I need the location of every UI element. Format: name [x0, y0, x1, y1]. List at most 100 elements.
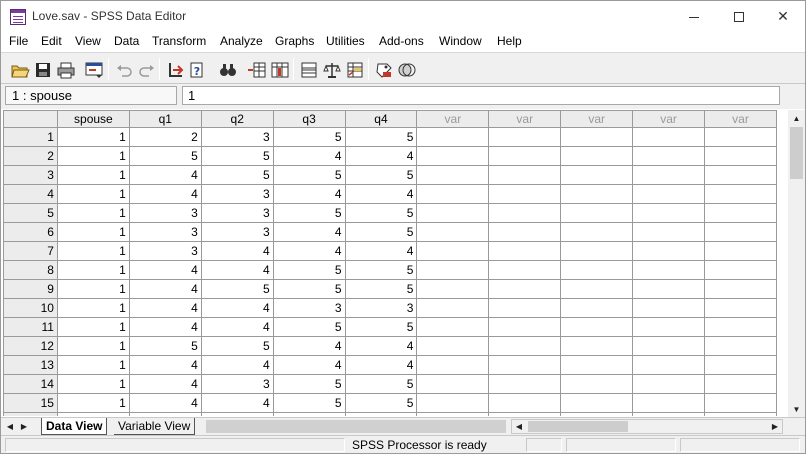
data-cell[interactable] — [632, 241, 705, 261]
data-cell[interactable]: 1 — [56, 412, 130, 416]
data-cell[interactable] — [632, 165, 705, 185]
menu-data[interactable]: Data — [114, 34, 139, 48]
data-cell[interactable]: 4 — [128, 260, 202, 280]
column-header-q2[interactable]: q2 — [200, 110, 274, 128]
data-cell[interactable] — [703, 203, 777, 223]
data-cell[interactable] — [488, 222, 562, 242]
data-cell[interactable]: 5 — [344, 412, 418, 416]
data-cell[interactable]: 4 — [344, 146, 418, 166]
data-cell[interactable] — [416, 279, 490, 299]
data-cell[interactable]: 5 — [200, 336, 274, 356]
data-cell[interactable] — [632, 203, 705, 223]
use-sets-icon[interactable] — [396, 59, 416, 79]
data-cell[interactable]: 5 — [128, 146, 202, 166]
data-cell[interactable] — [488, 317, 562, 337]
data-cell[interactable] — [416, 184, 490, 204]
data-cell[interactable] — [632, 222, 705, 242]
data-cell[interactable]: 4 — [200, 241, 274, 261]
horizontal-scrollbar[interactable]: ◀ ▶ — [511, 419, 783, 434]
data-cell[interactable] — [488, 393, 562, 413]
data-cell[interactable] — [416, 165, 490, 185]
data-cell[interactable]: 2 — [128, 127, 202, 147]
goto-case-icon[interactable] — [164, 59, 184, 79]
data-cell[interactable]: 4 — [128, 317, 202, 337]
data-cell[interactable] — [632, 260, 705, 280]
data-cell[interactable]: 5 — [344, 279, 418, 299]
scroll-right-icon[interactable]: ▶ — [768, 420, 782, 433]
column-header-q3[interactable]: q3 — [272, 110, 346, 128]
data-cell[interactable]: 1 — [56, 165, 130, 185]
column-header-var[interactable]: var — [632, 110, 705, 128]
data-cell[interactable] — [488, 279, 562, 299]
variables-icon[interactable]: ? — [187, 59, 207, 79]
data-cell[interactable] — [416, 241, 490, 261]
data-cell[interactable]: 1 — [56, 279, 130, 299]
data-cell[interactable] — [632, 146, 705, 166]
data-cell[interactable]: 5 — [272, 260, 346, 280]
data-cell[interactable]: 3 — [200, 203, 274, 223]
data-cell[interactable]: 5 — [272, 203, 346, 223]
data-cell[interactable]: 5 — [344, 260, 418, 280]
data-cell[interactable] — [560, 127, 634, 147]
data-cell[interactable]: 4 — [200, 393, 274, 413]
data-cell[interactable]: 3 — [128, 241, 202, 261]
data-cell[interactable]: 4 — [272, 222, 346, 242]
data-cell[interactable] — [703, 222, 777, 242]
tab-variable-view[interactable]: Variable View — [114, 418, 196, 435]
menu-file[interactable]: File — [9, 34, 28, 48]
data-cell[interactable]: 1 — [56, 298, 130, 318]
data-cell[interactable]: 5 — [272, 165, 346, 185]
data-cell[interactable] — [632, 355, 705, 375]
data-cell[interactable] — [703, 317, 777, 337]
data-cell[interactable] — [703, 165, 777, 185]
data-cell[interactable]: 1 — [56, 317, 130, 337]
spss-app-icon[interactable] — [10, 9, 26, 25]
data-cell[interactable]: 1 — [56, 355, 130, 375]
data-cell[interactable]: 5 — [200, 165, 274, 185]
data-cell[interactable]: 4 — [128, 279, 202, 299]
row-header[interactable]: 15 — [3, 393, 58, 413]
data-cell[interactable] — [488, 165, 562, 185]
data-cell[interactable]: 4 — [200, 317, 274, 337]
data-cell[interactable] — [416, 146, 490, 166]
data-cell[interactable]: 5 — [344, 317, 418, 337]
data-cell[interactable]: 5 — [344, 127, 418, 147]
data-cell[interactable] — [703, 298, 777, 318]
data-cell[interactable] — [560, 374, 634, 394]
data-cell[interactable]: 4 — [128, 355, 202, 375]
data-cell[interactable] — [416, 393, 490, 413]
menu-add-ons[interactable]: Add-ons — [379, 34, 424, 48]
data-cell[interactable] — [632, 298, 705, 318]
data-cell[interactable] — [560, 336, 634, 356]
data-cell[interactable] — [488, 146, 562, 166]
data-cell[interactable] — [488, 203, 562, 223]
data-cell[interactable]: 3 — [200, 222, 274, 242]
data-cell[interactable] — [560, 222, 634, 242]
data-cell[interactable]: 1 — [56, 203, 130, 223]
data-cell[interactable]: 1 — [56, 127, 130, 147]
data-cell[interactable] — [488, 412, 562, 416]
redo-icon[interactable] — [136, 59, 156, 79]
menu-view[interactable]: View — [75, 34, 101, 48]
data-cell[interactable] — [703, 146, 777, 166]
data-cell[interactable]: 1 — [56, 336, 130, 356]
data-cell[interactable]: 1 — [56, 393, 130, 413]
data-cell[interactable]: 1 — [56, 146, 130, 166]
data-cell[interactable]: 3 — [128, 222, 202, 242]
data-cell[interactable] — [560, 184, 634, 204]
data-cell[interactable] — [703, 260, 777, 280]
vertical-scrollbar[interactable]: ▲ ▼ — [788, 110, 805, 418]
data-cell[interactable] — [560, 146, 634, 166]
data-cell[interactable] — [560, 412, 634, 416]
tab-scroll-left-icon[interactable]: ◀ — [5, 420, 15, 434]
data-cell[interactable] — [703, 241, 777, 261]
data-cell[interactable]: 4 — [272, 146, 346, 166]
row-header[interactable]: 10 — [3, 298, 58, 318]
find-icon[interactable] — [217, 59, 237, 79]
data-cell[interactable] — [416, 355, 490, 375]
data-cell[interactable]: 4 — [344, 184, 418, 204]
data-cell[interactable]: 3 — [200, 127, 274, 147]
value-labels-icon[interactable] — [373, 59, 393, 79]
column-header-spouse[interactable]: spouse — [56, 110, 130, 128]
data-cell[interactable] — [560, 165, 634, 185]
